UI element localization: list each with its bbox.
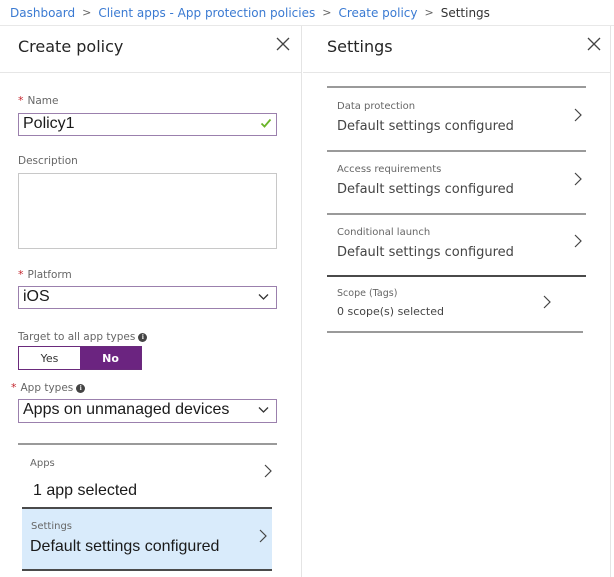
data-protection-label: Data protection — [337, 101, 416, 112]
breadcrumb-separator: > — [424, 6, 434, 19]
chevron-right-icon — [259, 529, 267, 543]
toggle-no[interactable]: No — [80, 347, 141, 369]
check-icon — [260, 118, 272, 128]
platform-label-text: Platform — [27, 269, 72, 281]
access-requirements-label: Access requirements — [337, 164, 442, 175]
platform-select[interactable]: iOS — [18, 286, 277, 309]
close-icon[interactable] — [275, 36, 291, 52]
chevron-right-icon — [574, 234, 582, 248]
access-requirements-item[interactable]: Access requirements Default settings con… — [327, 152, 586, 213]
apps-label: Apps — [30, 458, 55, 469]
description-input[interactable] — [18, 173, 277, 249]
app-types-label: * App types i — [11, 381, 86, 394]
conditional-launch-item[interactable]: Conditional launch Default settings conf… — [327, 215, 586, 276]
breadcrumb-separator: > — [322, 6, 332, 19]
breadcrumb-separator: > — [82, 6, 92, 19]
blade-header: Create policy — [0, 26, 301, 73]
platform-label: * Platform — [18, 268, 72, 281]
blade-title: Settings — [327, 37, 393, 56]
blade-header: Settings — [303, 26, 610, 73]
app-types-value: Apps on unmanaged devices — [23, 401, 230, 418]
apps-nav-item[interactable]: Apps 1 app selected — [22, 445, 277, 507]
settings-nav-item[interactable]: Settings Default settings configured — [22, 509, 272, 569]
chevron-right-icon — [574, 172, 582, 186]
divider — [22, 569, 272, 571]
breadcrumb-dashboard[interactable]: Dashboard — [10, 6, 75, 20]
breadcrumb: Dashboard > Client apps - App protection… — [0, 0, 614, 26]
target-all-toggle: Yes No — [18, 346, 142, 370]
chevron-right-icon — [574, 108, 582, 122]
data-protection-value: Default settings configured — [337, 119, 514, 134]
toggle-yes[interactable]: Yes — [19, 347, 80, 369]
scope-tags-label: Scope (Tags) — [337, 288, 398, 299]
name-label: * Name — [18, 94, 58, 107]
breadcrumb-settings: Settings — [440, 5, 490, 20]
data-protection-item[interactable]: Data protection Default settings configu… — [327, 88, 586, 150]
info-icon[interactable]: i — [138, 332, 148, 342]
required-marker: * — [18, 268, 24, 281]
divider — [327, 331, 583, 333]
name-label-text: Name — [27, 95, 59, 107]
name-value: Policy1 — [23, 115, 75, 132]
target-all-label: Target to all app types i — [18, 331, 148, 343]
chevron-down-icon — [258, 407, 269, 413]
info-icon[interactable]: i — [76, 383, 86, 393]
app-types-label-text: App types — [20, 382, 74, 394]
description-label: Description — [18, 155, 78, 167]
chevron-right-icon — [264, 464, 272, 478]
required-marker: * — [18, 94, 24, 107]
settings-label: Settings — [31, 521, 73, 532]
scope-tags-item[interactable]: Scope (Tags) 0 scope(s) selected — [327, 277, 586, 331]
target-all-label-text: Target to all app types — [18, 331, 136, 343]
settings-value: Default settings configured — [30, 538, 220, 555]
chevron-down-icon — [258, 294, 269, 300]
conditional-launch-label: Conditional launch — [337, 227, 431, 238]
conditional-launch-value: Default settings configured — [337, 245, 514, 260]
platform-value: iOS — [23, 288, 50, 305]
breadcrumb-create-policy[interactable]: Create policy — [338, 6, 417, 20]
app-types-select[interactable]: Apps on unmanaged devices — [18, 399, 277, 423]
apps-value: 1 app selected — [33, 482, 138, 499]
access-requirements-value: Default settings configured — [337, 182, 514, 197]
scope-tags-value: 0 scope(s) selected — [337, 305, 444, 318]
blade-title: Create policy — [18, 37, 124, 56]
close-icon[interactable] — [586, 36, 602, 52]
name-input[interactable]: Policy1 — [18, 113, 277, 136]
chevron-right-icon — [543, 295, 551, 309]
required-marker: * — [11, 381, 17, 394]
breadcrumb-client-apps[interactable]: Client apps - App protection policies — [98, 6, 315, 20]
